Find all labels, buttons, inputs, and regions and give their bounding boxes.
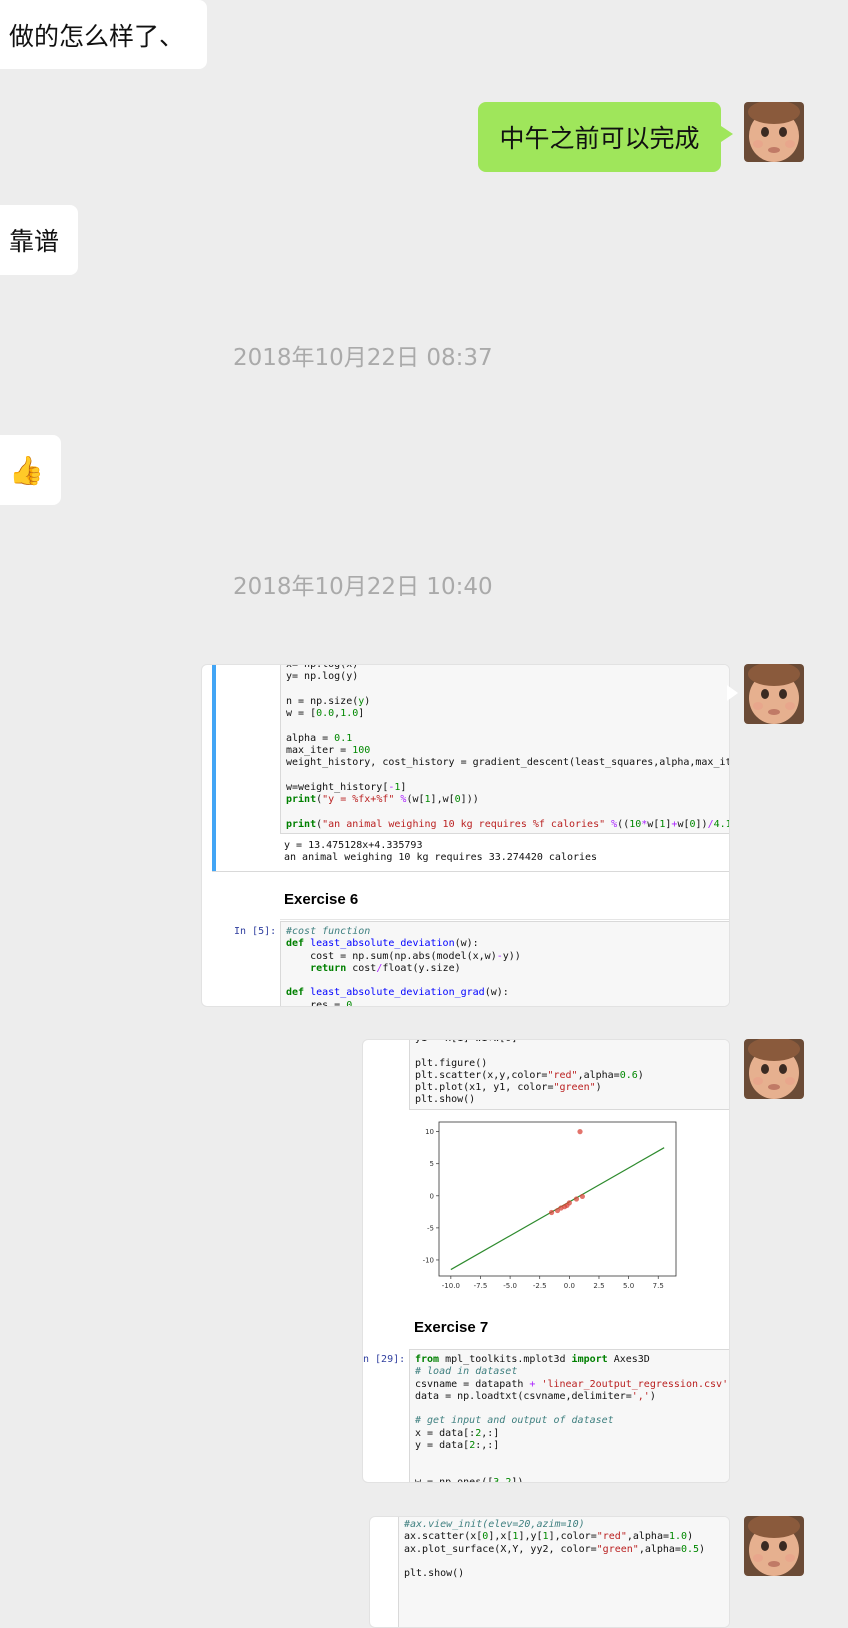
scatter-point (566, 1200, 572, 1206)
y-tick-label: 5 (430, 1160, 434, 1168)
timestamp: 2018年10月22日 08:37 (233, 345, 493, 371)
cell-prompt: n [29]: (363, 1354, 406, 1365)
message-text: 做的怎么样了、 (9, 21, 185, 51)
code-cell: y1 = x[1]*w1+w[0] plt.figure() plt.scatt… (409, 1040, 729, 1110)
image-message-plot-screenshot[interactable]: y1 = x[1]*w1+w[0] plt.figure() plt.scatt… (362, 1039, 730, 1483)
code-text: x= np.log(x) y= np.log(y) n = np.size(y)… (286, 664, 729, 830)
cell-prompt: In [5]: (234, 926, 277, 937)
code-text: y1 = x[1]*w1+w[0] plt.figure() plt.scatt… (415, 1040, 644, 1106)
plot-frame (438, 1121, 677, 1277)
output-line: an animal weighing 10 kg requires 33.274… (284, 852, 598, 863)
output-line: y = 13.475128x+4.335793 (284, 840, 423, 851)
cell-selection-bar (212, 665, 216, 872)
user-avatar[interactable] (744, 1039, 804, 1099)
exercise-heading: Exercise 6 (284, 891, 359, 908)
y-tick-label: 10 (425, 1128, 434, 1136)
message-text: 中午之前可以完成 (499, 124, 700, 153)
code-text: from mpl_toolkits.mplot3d import Axes3D … (415, 1354, 729, 1483)
code-cell: #cost function def least_absolute_deviat… (280, 921, 729, 1007)
scatter-point (548, 1209, 555, 1216)
x-tick-label: 0.0 (564, 1282, 575, 1290)
image-message-code-screenshot[interactable]: #ax.view_init(elev=20,azim=10) ax.scatte… (369, 1516, 730, 1628)
code-cell: from mpl_toolkits.mplot3d import Axes3D … (409, 1349, 729, 1483)
scatter-point (577, 1129, 583, 1135)
cell-divider (212, 871, 729, 872)
user-avatar[interactable] (744, 102, 804, 162)
incoming-message-bubble[interactable]: 靠谱 (0, 205, 78, 275)
exercise-heading: Exercise 7 (414, 1319, 489, 1336)
code-text: #ax.view_init(elev=20,azim=10) ax.scatte… (404, 1519, 706, 1580)
timestamp: 2018年10月22日 10:40 (233, 574, 493, 600)
user-avatar[interactable] (744, 1516, 804, 1576)
message-text: 靠谱 (9, 227, 60, 256)
outgoing-message-bubble[interactable]: 中午之前可以完成 (478, 102, 733, 172)
x-tick-label: 7.5 (653, 1282, 664, 1290)
y-tick-label: -10 (423, 1256, 434, 1264)
x-tick-label: -10.0 (442, 1282, 460, 1290)
user-avatar[interactable] (744, 664, 804, 724)
scatter-plot: -10.0 -7.5 -5.0 -2.5 0.0 2.5 5.0 7.5 10 5 0 -5 -10 (423, 1121, 677, 1290)
code-cell: x= np.log(x) y= np.log(y) n = np.size(y)… (280, 664, 729, 834)
image-message-code-screenshot[interactable]: x= np.log(x) y= np.log(y) n = np.size(y)… (201, 664, 730, 1007)
scatter-point (573, 1196, 580, 1202)
incoming-message-bubble[interactable]: 做的怎么样了、 (0, 0, 207, 69)
x-tick-label: -7.5 (474, 1282, 488, 1290)
x-tick-label: -2.5 (533, 1282, 547, 1290)
incoming-emoji-bubble[interactable]: 👍 (0, 435, 61, 505)
cell-divider (280, 919, 729, 920)
x-tick-label: -5.0 (503, 1282, 517, 1290)
bubble-tail (721, 126, 733, 142)
y-tick-label: -5 (427, 1224, 434, 1232)
thumbs-up-emoji: 👍 (9, 453, 44, 487)
bubble-tail (727, 685, 738, 701)
code-cell: #ax.view_init(elev=20,azim=10) ax.scatte… (398, 1517, 729, 1627)
x-tick-label: 2.5 (593, 1282, 604, 1290)
x-tick-label: 5.0 (623, 1282, 634, 1290)
code-text: #cost function def least_absolute_deviat… (286, 926, 521, 1007)
y-tick-label: 0 (430, 1192, 434, 1200)
scatter-point (579, 1193, 585, 1200)
